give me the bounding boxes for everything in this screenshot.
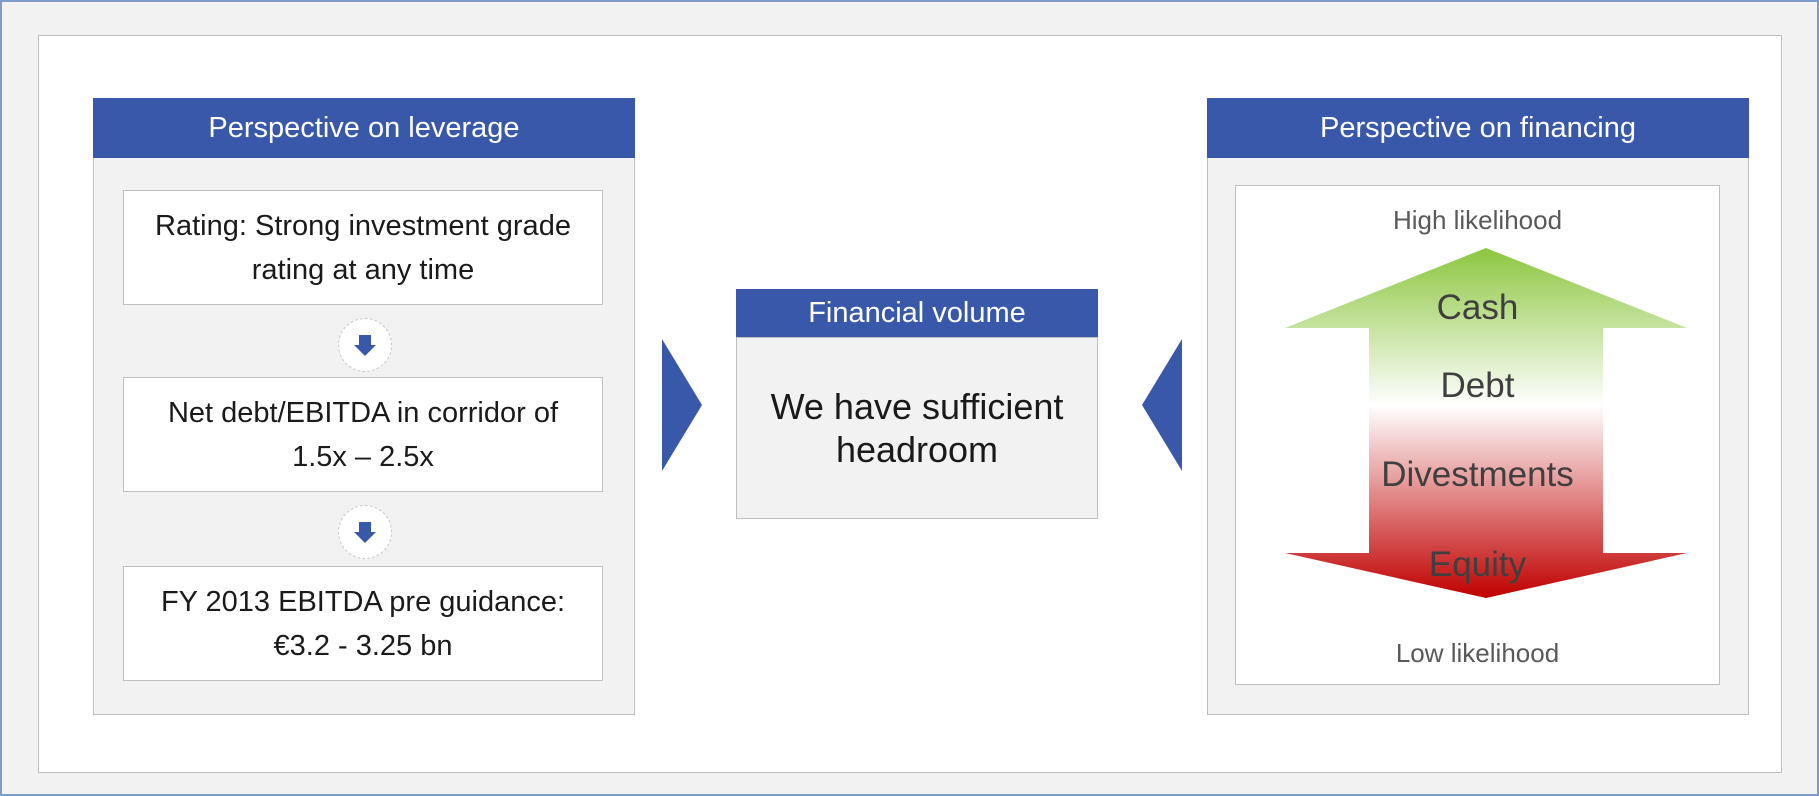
financial-volume-title: Financial volume — [736, 289, 1098, 337]
cash-label: Cash — [1436, 288, 1519, 327]
high-likelihood-label: High likelihood — [1392, 205, 1563, 235]
low-likelihood-label: Low likelihood — [1395, 638, 1560, 668]
net-debt-box: Net debt/EBITDA in corridor of 1.5x – 2.… — [123, 377, 603, 492]
chevron-right-icon — [662, 339, 702, 471]
rating-box: Rating: Strong investment grade rating a… — [123, 190, 603, 305]
headroom-statement: We have sufficient headroom — [770, 386, 1064, 470]
equity-label: Equity — [1428, 545, 1527, 584]
down-arrow-icon — [338, 505, 392, 559]
financial-volume-text: We have sufficient headroom — [736, 337, 1098, 519]
ebitda-guidance-box: FY 2013 EBITDA pre guidance: €3.2 - 3.25… — [123, 566, 603, 681]
chevron-left-icon — [1142, 339, 1182, 471]
debt-label: Debt — [1440, 366, 1515, 405]
leverage-panel-title: Perspective on leverage — [93, 98, 635, 158]
financing-panel-title: Perspective on financing — [1207, 98, 1749, 158]
divestments-label: Divestments — [1381, 455, 1574, 494]
down-arrow-icon — [338, 318, 392, 372]
